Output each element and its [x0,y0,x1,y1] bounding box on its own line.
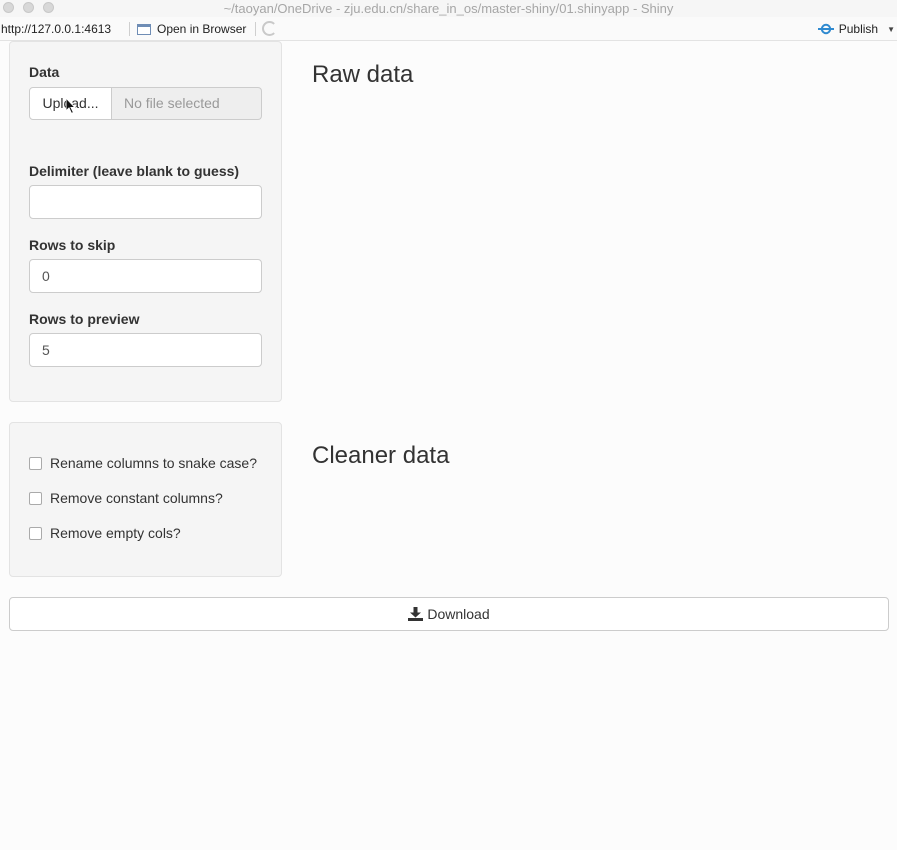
raw-data-heading: Raw data [312,61,414,88]
remove-empty-checkbox[interactable] [29,526,42,540]
download-icon [408,607,424,621]
download-button[interactable]: Download [9,597,889,631]
open-in-browser-button[interactable]: Open in Browser [137,22,246,36]
url-display: http://127.0.0.1:4613 [1,22,112,36]
rows-to-skip-label: Rows to skip [29,237,116,253]
cleaning-options-panel: Rename columns to snake case? Remove con… [9,422,282,577]
rename-snake-case-option[interactable]: Rename columns to snake case? [29,455,257,471]
delimiter-label: Delimiter (leave blank to guess) [29,163,240,179]
publish-button[interactable]: Publish ▼ [817,22,895,36]
viewer-toolbar: http://127.0.0.1:4613 Open in Browser Pu… [0,17,897,41]
refresh-icon[interactable] [262,21,277,36]
mouse-cursor-icon [66,98,76,114]
remove-empty-option[interactable]: Remove empty cols? [29,525,181,541]
cleaner-data-heading: Cleaner data [312,442,450,469]
toolbar-divider [255,22,256,36]
toolbar-divider [129,22,130,36]
file-name-display: No file selected [112,87,262,120]
data-label: Data [29,64,60,80]
rows-to-preview-label: Rows to preview [29,311,140,327]
rows-to-skip-input[interactable]: 0 [29,259,262,293]
delimiter-input[interactable] [29,185,262,219]
open-in-browser-label: Open in Browser [157,22,247,36]
download-label: Download [427,606,490,622]
window-title: ~/taoyan/OneDrive - zju.edu.cn/share_in_… [223,1,674,16]
rename-snake-case-checkbox[interactable] [29,456,42,470]
chevron-down-icon[interactable]: ▼ [887,25,895,34]
remove-empty-label: Remove empty cols? [50,525,181,541]
remove-constant-option[interactable]: Remove constant columns? [29,490,223,506]
remove-constant-checkbox[interactable] [29,491,42,505]
publish-label: Publish [838,22,879,36]
browser-window-icon [137,23,151,35]
window-title-bar: ~/taoyan/OneDrive - zju.edu.cn/share_in_… [0,0,897,17]
input-panel: Data Upload... No file selected Delimite… [9,41,282,402]
remove-constant-label: Remove constant columns? [50,490,223,506]
rows-to-preview-input[interactable]: 5 [29,333,262,367]
rstudio-connect-icon [817,23,834,35]
rename-snake-case-label: Rename columns to snake case? [50,455,257,471]
